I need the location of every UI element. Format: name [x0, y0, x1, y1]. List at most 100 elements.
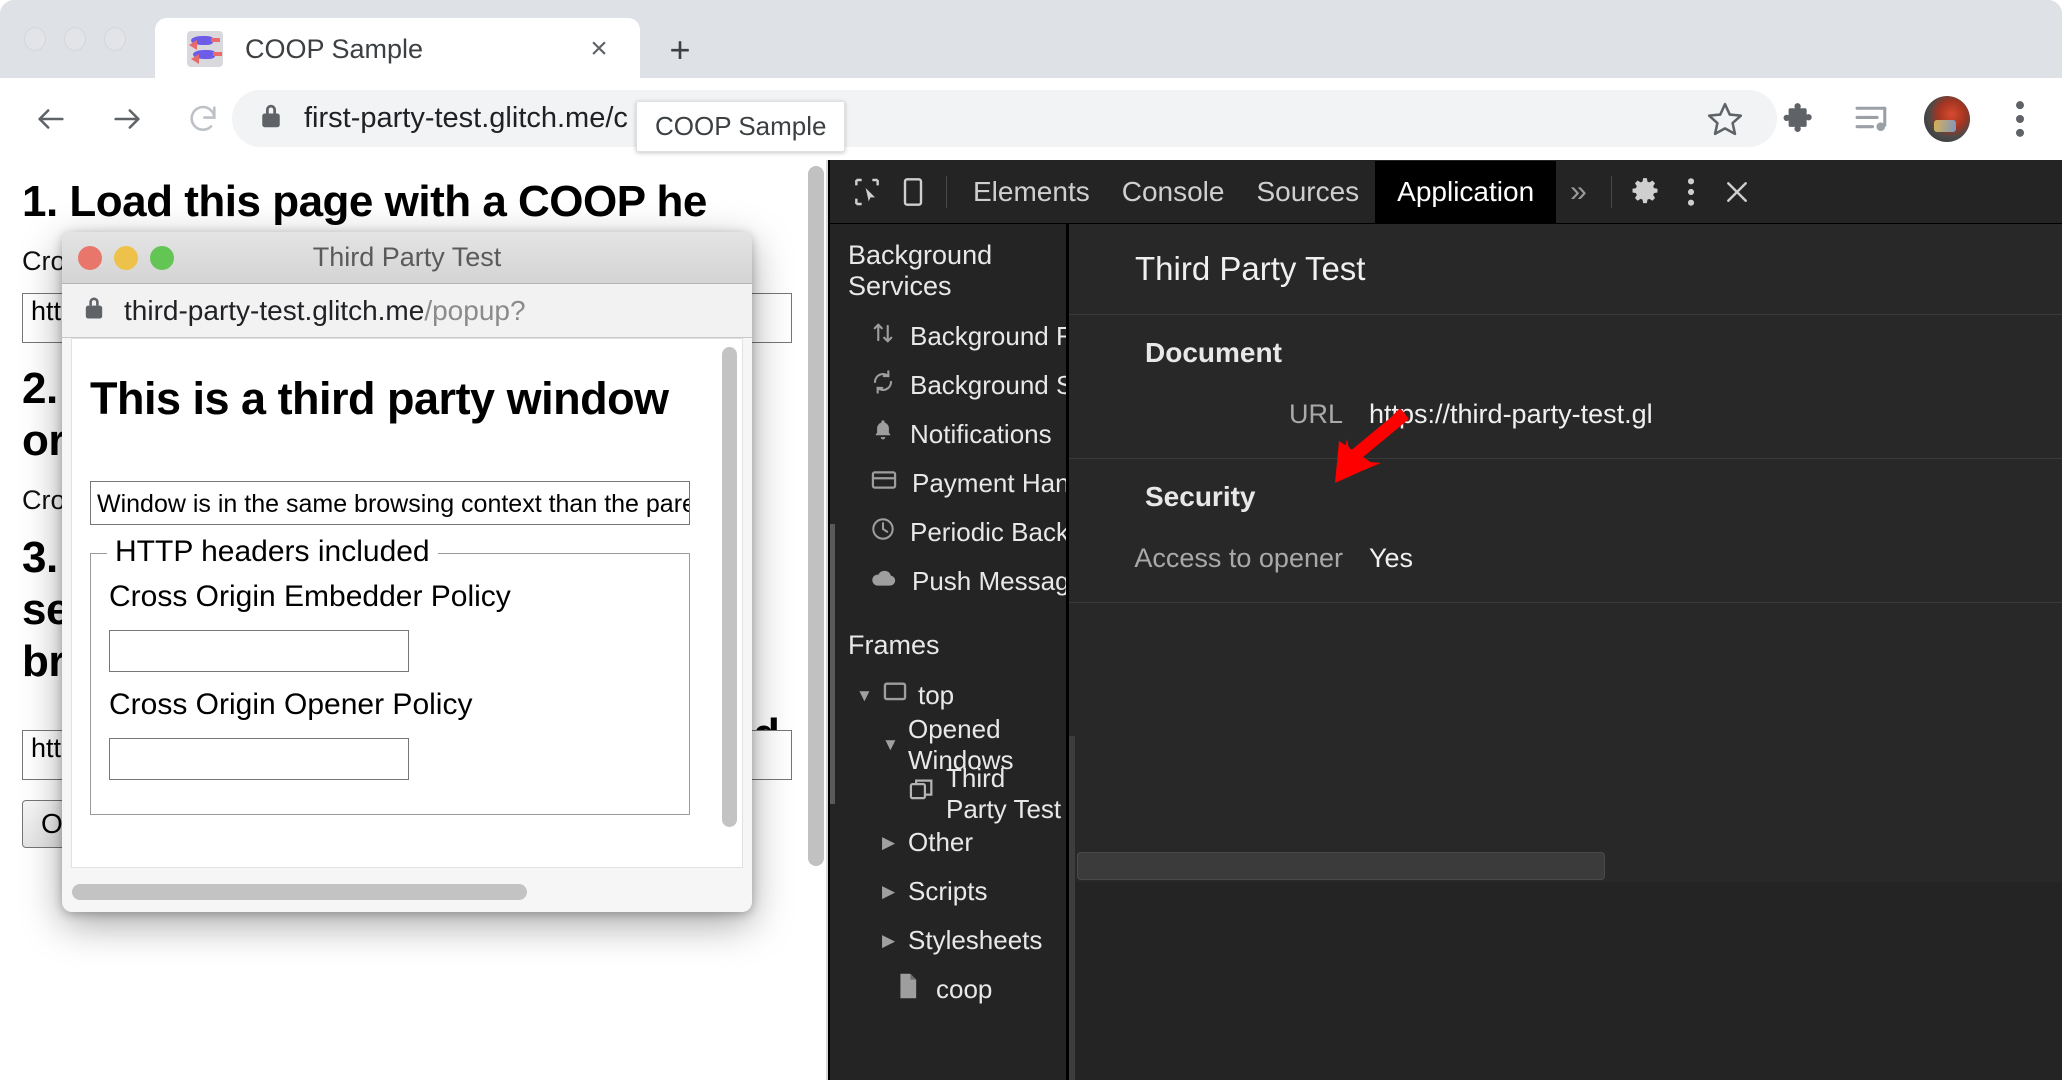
frames-tree-label: Stylesheets: [908, 925, 1043, 955]
sidebar-item-label: Background Fetch: [910, 321, 1066, 351]
lock-icon: [82, 294, 106, 327]
detail-value: Yes: [1369, 543, 1414, 573]
sidebar-item-label: Push Messaging: [912, 566, 1066, 596]
chrome-browser-window: COOP Sample × + first-party-test.glitch.…: [0, 0, 2062, 1080]
coop-input[interactable]: [109, 738, 409, 780]
popup-hscrollbar-thumb[interactable]: [72, 884, 527, 900]
devtools-tab-application[interactable]: Application: [1375, 160, 1557, 223]
address-bar[interactable]: first-party-test.glitch.me/c: [232, 90, 1777, 147]
sidebar-item-payment-handler[interactable]: Payment Handler: [830, 459, 1066, 508]
window-close-button[interactable]: [24, 27, 46, 51]
gear-icon[interactable]: [1622, 169, 1668, 215]
popup-heading: This is a third party window: [90, 373, 669, 424]
devtools-sidebar: Background Services Background Fetch Bac…: [830, 224, 1066, 1080]
red-arrow-annotation: [1335, 409, 1409, 483]
bell-icon: [870, 418, 896, 451]
devtools-tab-sources[interactable]: Sources: [1240, 168, 1375, 216]
media-list-icon[interactable]: [1850, 95, 1898, 143]
cloud-icon: [870, 566, 898, 597]
document-icon: [896, 972, 920, 1007]
three-dot-menu-icon[interactable]: [1996, 95, 2044, 143]
popup-content: This is a third party window Window is i…: [72, 339, 742, 815]
detail-row-url: URL https://third-party-test.gl: [1069, 399, 2062, 430]
chevron-down-icon[interactable]: ▼: [856, 686, 873, 706]
panel-vertical-scrollbar[interactable]: [1069, 736, 1075, 1080]
third-party-popup-window[interactable]: Third Party Test third-party-test.glitch…: [62, 232, 752, 912]
sidebar-item-background-sync[interactable]: Background Sync: [830, 361, 1066, 410]
frames-tree-item-coop[interactable]: coop: [830, 965, 1044, 1014]
popup-url-text: third-party-test.glitch.me/popup?: [124, 295, 526, 327]
chevron-right-icon[interactable]: ▶: [882, 931, 898, 951]
frames-tree-label: Other: [908, 827, 974, 857]
fieldset-legend: HTTP headers included: [107, 535, 438, 569]
tab-strip: COOP Sample × +: [0, 0, 2062, 80]
popup-url-host: third-party-test.glitch.me: [124, 294, 425, 326]
frames-tree-label: top: [918, 680, 955, 710]
frames-tree-item-scripts[interactable]: ▶ Scripts: [830, 867, 1044, 916]
window-maximize-button[interactable]: [104, 27, 126, 51]
forward-icon[interactable]: [102, 94, 152, 144]
devtools-main: Background Services Background Fetch Bac…: [830, 224, 2062, 1080]
sidebar-item-label: Periodic Background Sync: [910, 517, 1066, 547]
popup-document-body: This is a third party window Window is i…: [71, 338, 743, 868]
frame-details-title: Third Party Test: [1069, 224, 2062, 315]
chevron-down-icon[interactable]: ▼: [882, 735, 899, 755]
devtools-tab-console[interactable]: Console: [1106, 168, 1241, 216]
frame-details-group-document: Document URL https://third-party-test.gl: [1069, 315, 2062, 459]
frames-tree-item-third-party-test[interactable]: Third Party Test: [830, 763, 1066, 824]
window-minimize-button[interactable]: [64, 27, 86, 51]
popup-url-path: /popup?: [424, 294, 526, 326]
star-icon[interactable]: [1701, 95, 1749, 143]
sidebar-item-background-fetch[interactable]: Background Fetch: [830, 312, 1066, 361]
sidebar-item-label: Background Sync: [910, 370, 1066, 400]
panel-hscrollbar-thumb[interactable]: [1077, 852, 1605, 880]
page-scrollbar-thumb[interactable]: [808, 166, 824, 866]
tab-title: COOP Sample: [245, 33, 424, 64]
sidebar-item-notifications[interactable]: Notifications: [830, 410, 1052, 459]
profile-avatar[interactable]: [1924, 96, 1970, 142]
chevron-right-icon[interactable]: ▶: [882, 882, 898, 902]
puzzle-icon[interactable]: [1776, 95, 1824, 143]
browser-tab-coop-sample[interactable]: COOP Sample ×: [155, 18, 640, 80]
devtools-tab-elements[interactable]: Elements: [957, 168, 1106, 216]
fish-favicon: [187, 31, 223, 67]
page-vertical-scrollbar[interactable]: [808, 166, 824, 1072]
frames-tree-item-other[interactable]: ▶ Other: [830, 818, 1044, 867]
sidebar-item-label: Payment Handler: [912, 468, 1066, 498]
popup-horizontal-scrollbar[interactable]: [72, 884, 740, 900]
more-tabs-icon[interactable]: »: [1556, 175, 1601, 209]
window-traffic-lights: [24, 27, 126, 51]
close-icon[interactable]: ×: [582, 32, 616, 66]
sidebar-scrollbar[interactable]: [830, 524, 835, 804]
page-heading-2-line1: 2.: [22, 363, 58, 413]
sidebar-item-push-messaging[interactable]: Push Messaging: [830, 557, 1066, 606]
close-icon[interactable]: [1714, 169, 1760, 215]
sidebar-item-periodic-background-sync[interactable]: Periodic Background Sync: [830, 508, 1066, 557]
coop-label: Cross Origin Opener Policy: [109, 688, 473, 721]
new-tab-button[interactable]: +: [660, 30, 700, 70]
reload-icon[interactable]: [178, 94, 228, 144]
back-icon[interactable]: [26, 94, 76, 144]
popup-titlebar: Third Party Test: [62, 232, 752, 284]
popup-vertical-scrollbar[interactable]: [722, 347, 737, 847]
devtools-panel: Elements Console Sources Application » B…: [828, 160, 2062, 1080]
device-toolbar-icon[interactable]: [890, 169, 936, 215]
frames-tree-label: Scripts: [908, 876, 988, 906]
popup-vscrollbar-thumb[interactable]: [722, 347, 737, 827]
clock-icon: [870, 516, 896, 549]
frames-tree-item-stylesheets[interactable]: ▶ Stylesheets: [830, 916, 1044, 965]
group-heading: Security: [1145, 481, 1256, 512]
coep-input[interactable]: [109, 630, 409, 672]
three-dot-menu-icon[interactable]: [1668, 169, 1714, 215]
group-heading: Document: [1145, 337, 1282, 368]
panel-horizontal-scrollbar[interactable]: [1077, 852, 2062, 880]
popup-url-bar[interactable]: third-party-test.glitch.me/popup?: [62, 284, 752, 338]
popup-status-field[interactable]: Window is in the same browsing context t…: [90, 481, 690, 525]
toolbar-divider: [946, 175, 947, 208]
inspect-element-icon[interactable]: [844, 169, 890, 215]
background-sync-icon: [870, 369, 896, 402]
detail-row-access-to-opener: Access to opener Yes: [1069, 543, 2062, 574]
address-bar-url: first-party-test.glitch.me/c: [304, 102, 628, 134]
chevron-right-icon[interactable]: ▶: [882, 833, 898, 853]
frame-details-group-security: Security Access to opener Yes: [1069, 459, 2062, 603]
